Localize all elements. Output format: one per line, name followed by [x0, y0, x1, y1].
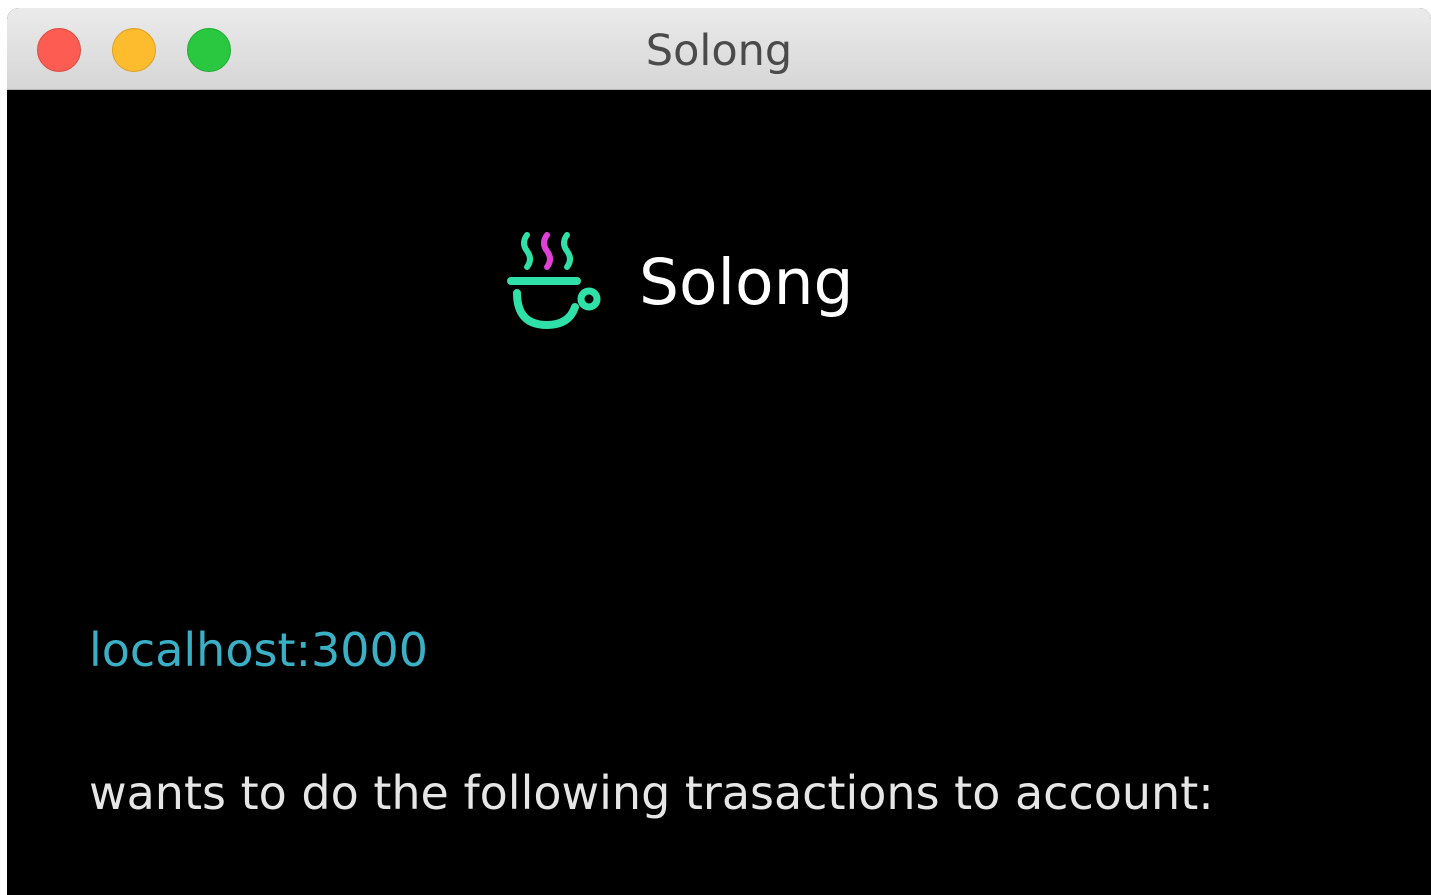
- request-message: wants to do the following trasactions to…: [89, 766, 1214, 820]
- request-origin: localhost:3000: [89, 623, 429, 677]
- title-bar[interactable]: Solong: [7, 8, 1431, 90]
- brand-name: Solong: [639, 245, 854, 319]
- coffee-cup-icon: [507, 232, 601, 330]
- app-window: Solong Solong localhost:3000 wants to do…: [7, 8, 1431, 895]
- brand-header: Solong: [503, 226, 854, 338]
- window-title: Solong: [645, 26, 793, 76]
